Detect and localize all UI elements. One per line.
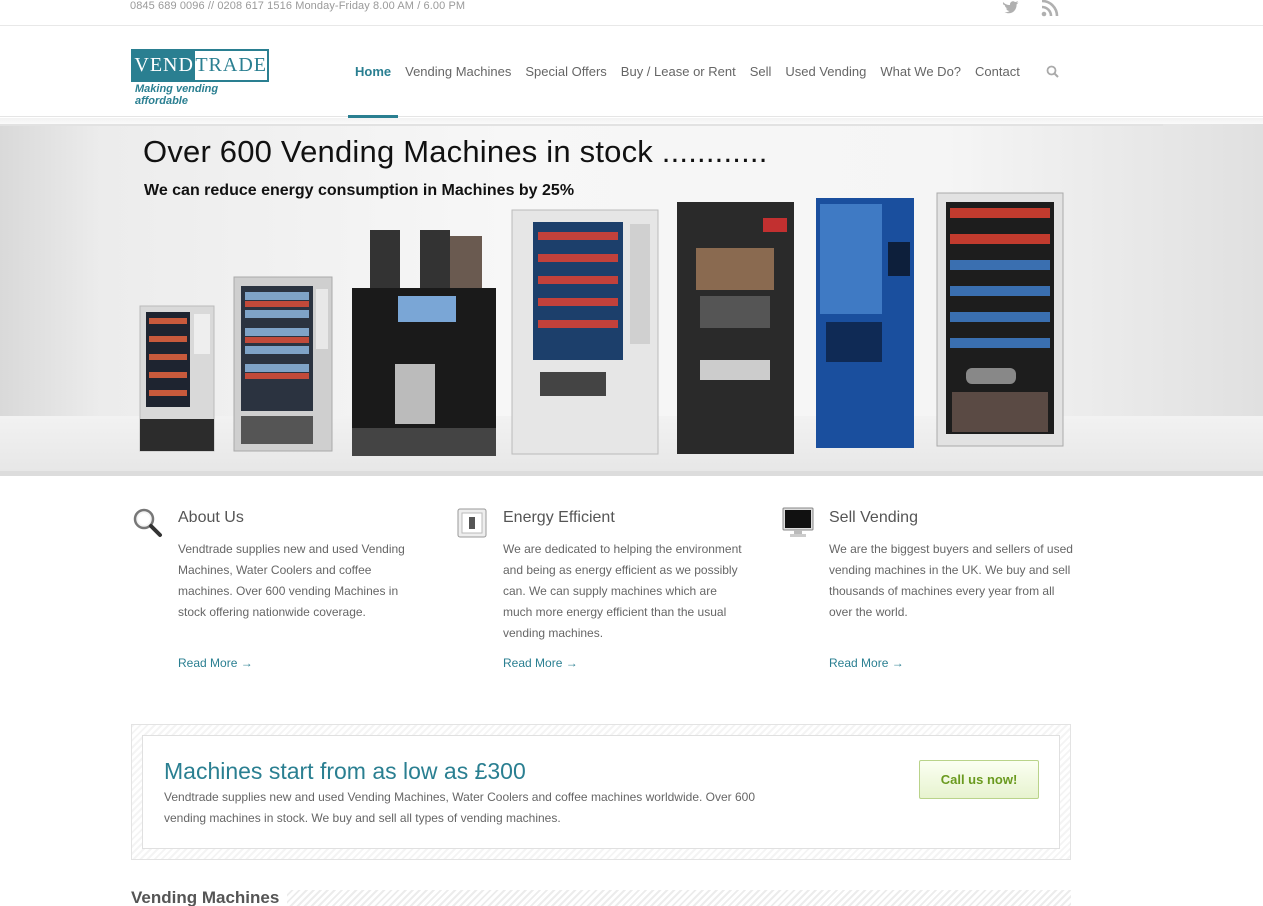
price-callout: Machines start from as low as £300 Vendt… (131, 724, 1071, 860)
feature-text: We are dedicated to helping the environm… (503, 542, 742, 640)
read-more-link[interactable]: Read More → (178, 656, 253, 670)
light-switch-icon (456, 506, 488, 538)
read-more-link[interactable]: Read More → (503, 656, 578, 670)
call-us-button[interactable]: Call us now! (919, 760, 1039, 799)
logo-box: VEND TRADE (131, 49, 269, 82)
site-logo[interactable]: VEND TRADE Making vending affordable (131, 49, 269, 107)
logo-vend: VEND (133, 51, 196, 80)
site-header: VEND TRADE Making vending affordable Hom… (0, 27, 1263, 118)
vending-machines-illustration (139, 192, 1064, 456)
comestar-machine (233, 276, 333, 452)
coffee-machine-large (352, 230, 496, 456)
nav-item-buy-lease-rent[interactable]: Buy / Lease or Rent (614, 27, 743, 117)
feature-title: Energy Efficient (503, 509, 615, 526)
feature-title: About Us (178, 509, 244, 526)
feature-text: We are the biggest buyers and sellers of… (829, 542, 1073, 619)
feature-text: Vendtrade supplies new and used Vending … (178, 542, 405, 619)
magnifier-icon (131, 506, 163, 538)
glass-front-vending-machine (511, 209, 659, 455)
top-bar: 0845 689 0096 // 0208 617 1516 Monday-Fr… (0, 0, 1263, 26)
section-title-vending-machines: Vending Machines (131, 888, 288, 906)
nav-item-what-we-do[interactable]: What We Do? (873, 27, 968, 117)
hero-bottom-line (0, 471, 1263, 476)
hero-banner[interactable]: Over 600 Vending Machines in stock .....… (0, 124, 1263, 476)
main-nav: Home Vending Machines Special Offers Buy… (348, 27, 1027, 118)
rss-icon[interactable] (1040, 0, 1060, 18)
search-icon[interactable] (1045, 64, 1061, 80)
callout-inner: Machines start from as low as £300 Vendt… (142, 735, 1060, 849)
hero-title: Over 600 Vending Machines in stock .....… (143, 134, 768, 169)
hero-subtitle: We can reduce energy consumption in Mach… (144, 182, 575, 199)
nav-item-contact[interactable]: Contact (968, 27, 1027, 117)
logo-tagline: Making vending affordable (135, 83, 219, 107)
snack-machine-small (139, 305, 215, 452)
nav-item-home[interactable]: Home (348, 27, 399, 118)
nav-item-used-vending[interactable]: Used Vending (778, 27, 873, 117)
torino-hot-drinks-machine (816, 198, 914, 448)
callout-title: Machines start from as low as £300 (164, 758, 526, 784)
read-more-link[interactable]: Read More → (829, 656, 904, 670)
callout-text: Vendtrade supplies new and used Vending … (164, 790, 756, 825)
section-title-rule (284, 890, 1071, 906)
contact-phone-text: 0845 689 0096 // 0208 617 1516 Monday-Fr… (130, 0, 466, 12)
nav-item-vending-machines[interactable]: Vending Machines (398, 27, 518, 117)
monitor-icon (782, 506, 814, 538)
coffee-vending-machine (677, 202, 794, 454)
chilled-refreshing-machine (936, 192, 1064, 447)
logo-trade: TRADE (195, 54, 267, 76)
feature-title: Sell Vending (829, 509, 918, 526)
nav-item-sell[interactable]: Sell (743, 27, 779, 117)
twitter-icon[interactable] (1001, 0, 1021, 18)
nav-item-special-offers[interactable]: Special Offers (518, 27, 613, 117)
